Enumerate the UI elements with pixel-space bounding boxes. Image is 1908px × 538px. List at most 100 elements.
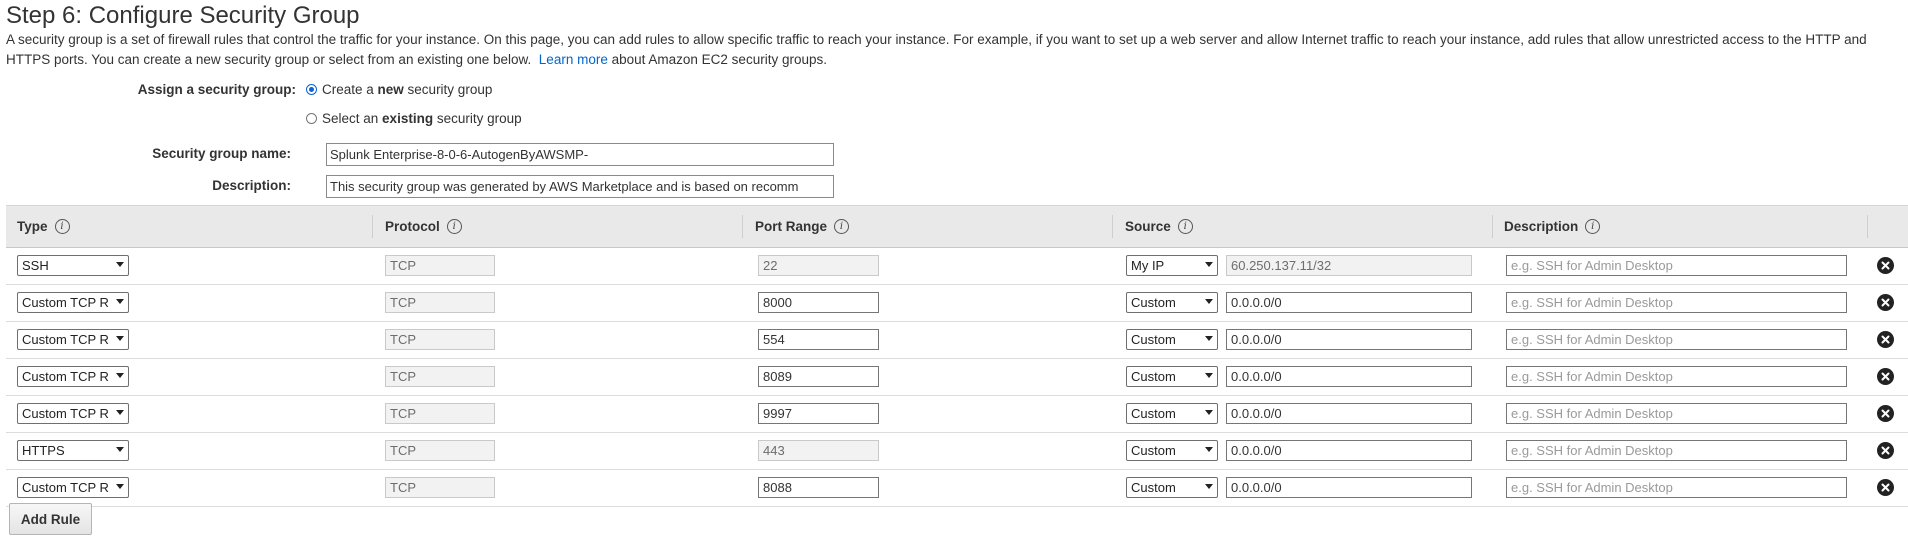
rule-source-type-value: Custom — [1131, 406, 1176, 421]
rule-type-value: HTTPS — [22, 443, 65, 458]
rule-source-select[interactable]: Custom — [1126, 366, 1218, 387]
assign-security-group-label: Assign a security group: — [137, 82, 296, 97]
rule-type-select[interactable]: Custom TCP R — [17, 477, 129, 498]
rule-source-cidr-input: 60.250.137.11/32 — [1226, 255, 1472, 276]
column-header-description: Description i — [1504, 206, 1601, 247]
select-existing-bold: existing — [382, 111, 434, 126]
rules-table: Type i Protocol i Port Range i Source i … — [6, 205, 1908, 507]
rule-source-cidr-input[interactable]: 0.0.0.0/0 — [1226, 477, 1472, 498]
type-info-icon[interactable]: i — [54, 219, 70, 234]
page-title: Step 6: Configure Security Group — [6, 2, 360, 29]
add-rule-button[interactable]: Add Rule — [9, 503, 92, 535]
select-existing-suffix: security group — [433, 111, 522, 126]
port-range-info-icon[interactable]: i — [834, 219, 850, 234]
column-divider — [742, 215, 743, 238]
source-info-icon[interactable]: i — [1177, 219, 1193, 234]
rule-source-cidr-input[interactable]: 0.0.0.0/0 — [1226, 292, 1472, 313]
rule-type-select[interactable]: Custom TCP R — [17, 403, 129, 424]
column-header-description-label: Description — [1504, 219, 1579, 234]
protocol-info-icon[interactable]: i — [446, 219, 462, 234]
rule-description-input[interactable]: e.g. SSH for Admin Desktop — [1506, 366, 1847, 387]
group-name-label: Security group name: — [152, 146, 291, 161]
rule-row: HTTPS TCP 443 Custom 0.0.0.0/0 e.g. SSH for A… — [6, 433, 1908, 470]
rule-source-type-value: Custom — [1131, 443, 1176, 458]
rule-port-range-input[interactable]: 9997 — [758, 403, 879, 424]
rule-port-range-input: 22 — [758, 255, 879, 276]
rule-source-type-value: Custom — [1131, 369, 1176, 384]
rule-source-cidr-input[interactable]: 0.0.0.0/0 — [1226, 329, 1472, 350]
delete-rule-icon[interactable] — [1877, 405, 1894, 422]
rule-port-range-input[interactable]: 8088 — [758, 477, 879, 498]
rule-protocol-field: TCP — [385, 292, 495, 313]
rule-source-select[interactable]: My IP — [1126, 255, 1218, 276]
rule-port-range-input[interactable]: 554 — [758, 329, 879, 350]
rule-port-range-input[interactable]: 8089 — [758, 366, 879, 387]
rule-row: Custom TCP R TCP 9997 Custom 0.0.0.0/0 e.g. S… — [6, 396, 1908, 433]
rule-description-input[interactable]: e.g. SSH for Admin Desktop — [1506, 292, 1847, 313]
create-new-group-option[interactable]: Create a new security group — [306, 82, 492, 97]
rule-type-value: Custom TCP R — [22, 369, 109, 384]
group-name-input[interactable]: Splunk Enterprise-8-0-6-AutogenByAWSMP- — [326, 143, 834, 166]
rule-description-input[interactable]: e.g. SSH for Admin Desktop — [1506, 403, 1847, 424]
rule-type-value: Custom TCP R — [22, 480, 109, 495]
rule-row: SSH TCP 22 My IP 60.250.137.11/32 e.g. SSH fo… — [6, 248, 1908, 285]
rule-description-input[interactable]: e.g. SSH for Admin Desktop — [1506, 255, 1847, 276]
delete-rule-icon[interactable] — [1877, 479, 1894, 496]
rule-description-input[interactable]: e.g. SSH for Admin Desktop — [1506, 440, 1847, 461]
rule-protocol-field: TCP — [385, 366, 495, 387]
select-existing-group-option[interactable]: Select an existing security group — [306, 111, 522, 126]
select-existing-radio[interactable] — [306, 113, 317, 124]
rule-source-cidr-input[interactable]: 0.0.0.0/0 — [1226, 440, 1472, 461]
create-new-prefix: Create a — [322, 82, 378, 97]
rule-protocol-field: TCP — [385, 403, 495, 424]
rule-port-range-input[interactable]: 8000 — [758, 292, 879, 313]
description-info-icon[interactable]: i — [1585, 219, 1601, 234]
delete-rule-icon[interactable] — [1877, 294, 1894, 311]
column-header-port-range: Port Range i — [755, 206, 850, 247]
rule-type-value: Custom TCP R — [22, 295, 109, 310]
rule-type-value: Custom TCP R — [22, 332, 109, 347]
rule-source-select[interactable]: Custom — [1126, 329, 1218, 350]
delete-rule-icon[interactable] — [1877, 368, 1894, 385]
rule-type-select[interactable]: Custom TCP R — [17, 329, 129, 350]
create-new-radio[interactable] — [306, 84, 317, 95]
column-header-source: Source i — [1125, 206, 1193, 247]
rule-type-select[interactable]: Custom TCP R — [17, 292, 129, 313]
column-divider — [1492, 215, 1493, 238]
column-header-port-range-label: Port Range — [755, 219, 828, 234]
delete-rule-icon[interactable] — [1877, 257, 1894, 274]
intro-text: A security group is a set of firewall ru… — [6, 32, 1867, 67]
delete-rule-icon[interactable] — [1877, 442, 1894, 459]
rule-type-select[interactable]: SSH — [17, 255, 129, 276]
rule-source-select[interactable]: Custom — [1126, 440, 1218, 461]
learn-more-link[interactable]: Learn more — [539, 52, 608, 67]
rule-type-value: Custom TCP R — [22, 406, 109, 421]
select-existing-prefix: Select an — [322, 111, 383, 126]
create-new-bold: new — [377, 82, 404, 97]
rule-source-select[interactable]: Custom — [1126, 477, 1218, 498]
rule-source-cidr-input[interactable]: 0.0.0.0/0 — [1226, 403, 1472, 424]
column-divider — [372, 215, 373, 238]
rule-source-type-value: Custom — [1131, 295, 1176, 310]
delete-rule-icon[interactable] — [1877, 331, 1894, 348]
rule-type-select[interactable]: HTTPS — [17, 440, 129, 461]
group-description-label: Description: — [212, 178, 291, 193]
rule-type-select[interactable]: Custom TCP R — [17, 366, 129, 387]
rule-source-cidr-input[interactable]: 0.0.0.0/0 — [1226, 366, 1472, 387]
rules-table-header: Type i Protocol i Port Range i Source i … — [6, 205, 1908, 248]
rule-row: Custom TCP R TCP 554 Custom 0.0.0.0/0 e.g. SS… — [6, 322, 1908, 359]
column-header-type-label: Type — [17, 219, 48, 234]
rule-description-input[interactable]: e.g. SSH for Admin Desktop — [1506, 477, 1847, 498]
create-new-suffix: security group — [403, 82, 493, 97]
rule-description-input[interactable]: e.g. SSH for Admin Desktop — [1506, 329, 1847, 350]
rule-protocol-field: TCP — [385, 440, 495, 461]
column-header-protocol: Protocol i — [385, 206, 462, 247]
group-description-input[interactable]: This security group was generated by AWS… — [326, 175, 834, 198]
rule-source-select[interactable]: Custom — [1126, 292, 1218, 313]
rule-row: Custom TCP R TCP 8088 Custom 0.0.0.0/0 e.g. S… — [6, 470, 1908, 507]
column-divider — [1867, 215, 1868, 238]
rule-source-select[interactable]: Custom — [1126, 403, 1218, 424]
intro-paragraph: A security group is a set of firewall ru… — [6, 30, 1886, 70]
rule-type-value: SSH — [22, 258, 49, 273]
column-header-source-label: Source — [1125, 219, 1171, 234]
